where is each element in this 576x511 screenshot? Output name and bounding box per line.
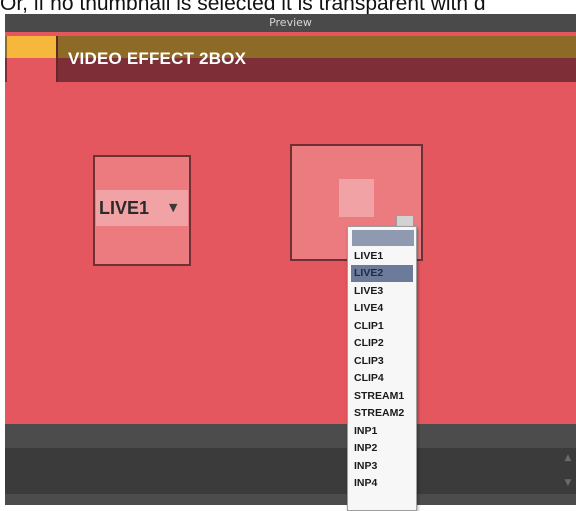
dropdown-item-blank[interactable] — [352, 230, 414, 246]
dropdown-item[interactable]: LIVE3 — [351, 283, 413, 300]
dropdown-item[interactable]: INP3 — [351, 458, 413, 475]
banner-divider — [56, 36, 58, 82]
window-title: Preview — [5, 14, 576, 32]
dropdown-item[interactable]: STREAM1 — [351, 388, 413, 405]
box2-source-selector[interactable]: ▼ — [339, 179, 414, 247]
video-box-1[interactable]: LIVE1 ▼ — [93, 155, 191, 266]
preview-stage: VIDEO EFFECT 2BOX LIVE1 ▼ ▼ — [5, 32, 576, 424]
timeline-toolbar — [5, 424, 576, 448]
bottom-strip — [5, 494, 576, 505]
triangle-down-icon[interactable]: ▼ — [169, 201, 177, 214]
dropdown-item[interactable]: LIVE1 — [351, 248, 413, 265]
dropdown-item-selected[interactable]: LIVE2 — [351, 265, 413, 282]
box1-source-label: LIVE1 — [99, 198, 150, 218]
scroll-down-icon[interactable]: ▼ — [563, 477, 573, 490]
source-dropdown-list[interactable]: LIVE1 LIVE2 LIVE3 LIVE4 CLIP1 CLIP2 CLIP… — [347, 226, 417, 511]
banner-title: VIDEO EFFECT 2BOX — [68, 49, 247, 68]
timeline-panel — [5, 448, 576, 494]
scroll-up-icon[interactable]: ▲ — [563, 452, 573, 465]
dropdown-item[interactable]: INP2 — [351, 440, 413, 457]
dropdown-item[interactable]: CLIP2 — [351, 335, 413, 352]
dropdown-item[interactable]: STREAM2 — [351, 405, 413, 422]
dropdown-item[interactable]: CLIP4 — [351, 370, 413, 387]
banner-red-block — [7, 58, 56, 82]
preview-window: Preview VIDEO EFFECT 2BOX LIVE1 ▼ ▼ ▲ ▼ … — [5, 14, 576, 511]
banner-yellow-block — [7, 36, 56, 58]
box1-source-selector[interactable]: LIVE1 ▼ — [96, 190, 188, 226]
dropdown-item[interactable]: INP4 — [351, 475, 413, 492]
dropdown-item[interactable]: LIVE4 — [351, 300, 413, 317]
dropdown-item[interactable]: INP1 — [351, 423, 413, 440]
dropdown-item[interactable]: CLIP3 — [351, 353, 413, 370]
dropdown-item[interactable]: CLIP1 — [351, 318, 413, 335]
